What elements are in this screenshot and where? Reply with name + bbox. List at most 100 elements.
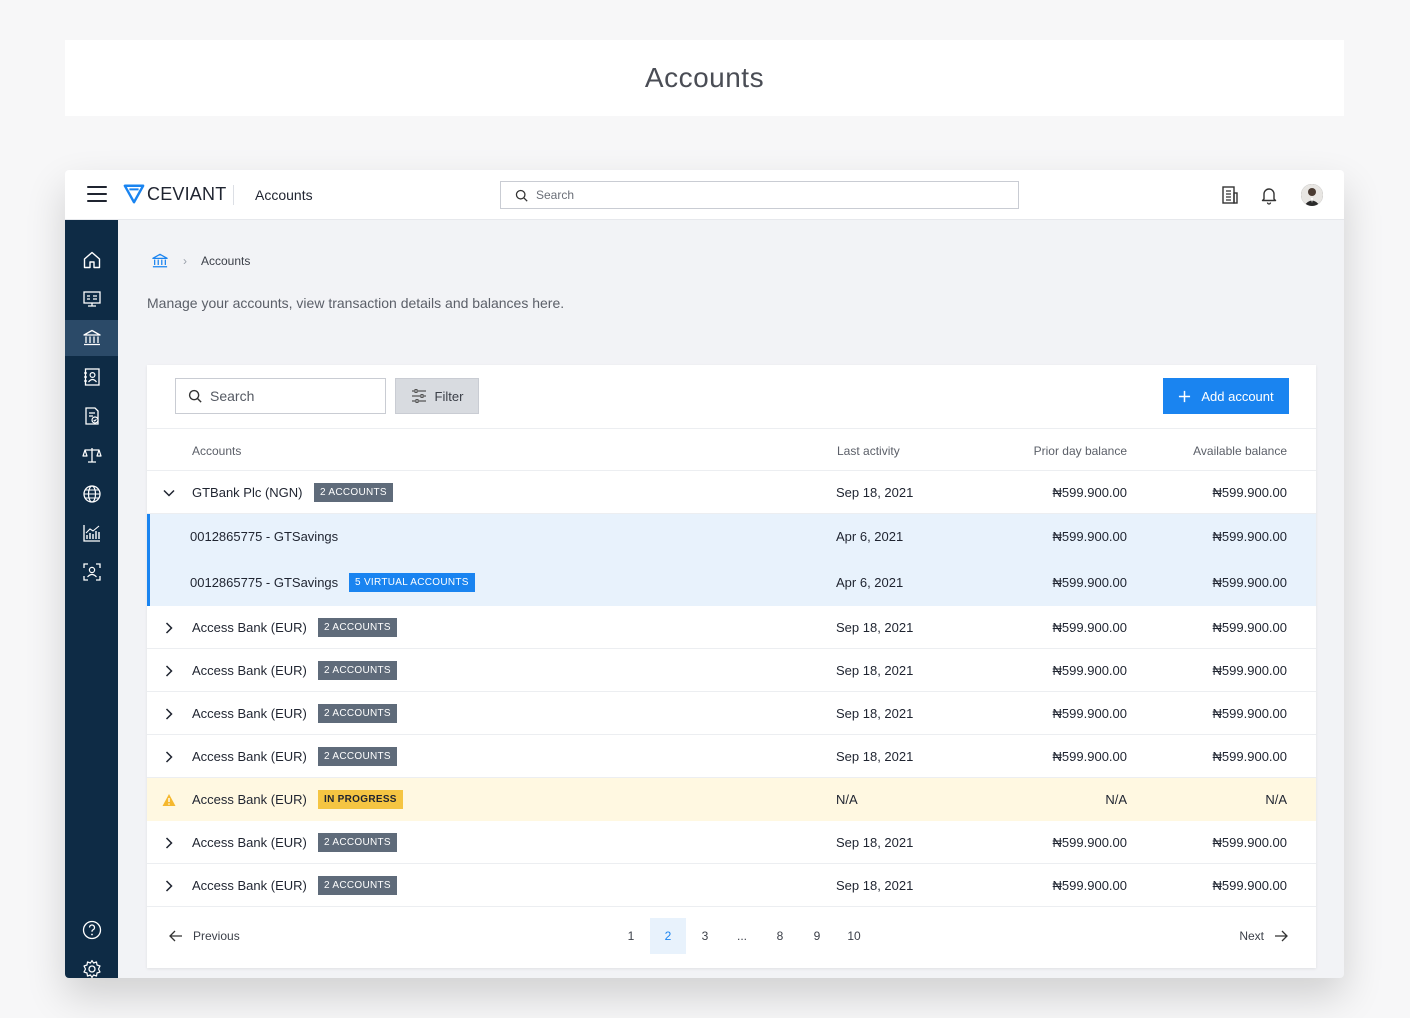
- bank-icon[interactable]: [151, 253, 169, 269]
- account-badge: 2 ACCOUNTS: [318, 618, 397, 637]
- filter-button[interactable]: Filter: [395, 378, 479, 414]
- available-balance: ₦599.900.00: [1212, 835, 1287, 850]
- column-header-last-activity[interactable]: Last activity: [837, 444, 900, 458]
- chevron-right-icon[interactable]: [162, 707, 176, 721]
- account-name[interactable]: Access Bank (EUR): [192, 706, 307, 721]
- page-description: Manage your accounts, view transaction d…: [147, 295, 565, 311]
- sub-account-row[interactable]: 0012865775 - GTSavings 5 VIRTUAL ACCOUNTS…: [147, 560, 1316, 606]
- account-name[interactable]: Access Bank (EUR): [192, 878, 307, 893]
- settings-icon: [82, 959, 101, 978]
- avatar-image: [1301, 184, 1323, 206]
- sub-account-row[interactable]: 0012865775 - GTSavings Apr 6, 2021 ₦599.90…: [147, 514, 1316, 560]
- account-name[interactable]: Access Bank (EUR): [192, 792, 307, 807]
- prior-day-balance: ₦599.900.00: [1052, 878, 1127, 893]
- globe-icon: [82, 485, 101, 503]
- breadcrumb-current: Accounts: [201, 254, 251, 268]
- main-content: › Accounts Manage your accounts, view tr…: [118, 220, 1344, 978]
- notification-bell-icon[interactable]: [1259, 185, 1279, 205]
- analytics-icon: [82, 525, 100, 542]
- column-header-prior-day-balance[interactable]: Prior day balance: [1034, 444, 1127, 458]
- account-row[interactable]: GTBank Plc (NGN) 2 ACCOUNTS Sep 18, 2021 ₦5…: [147, 471, 1316, 514]
- account-name[interactable]: 0012865775 - GTSavings: [190, 529, 338, 544]
- account-badge: 2 ACCOUNTS: [318, 876, 397, 895]
- chevron-right-icon: ›: [183, 254, 187, 268]
- bank-icon: [82, 329, 101, 346]
- page-number[interactable]: 9: [799, 918, 835, 954]
- account-badge: 2 ACCOUNTS: [318, 704, 397, 723]
- top-bar: CEVIANT Accounts: [65, 170, 1344, 220]
- available-balance: ₦599.900.00: [1212, 878, 1287, 893]
- page-number[interactable]: 8: [762, 918, 798, 954]
- page-number[interactable]: 2: [650, 918, 686, 954]
- chevron-right-icon[interactable]: [162, 750, 176, 764]
- document-check-icon: [84, 407, 99, 425]
- next-label: Next: [1239, 929, 1264, 943]
- account-name[interactable]: Access Bank (EUR): [192, 835, 307, 850]
- account-row[interactable]: Access Bank (EUR) 2 ACCOUNTS Sep 18, 2021 ₦…: [147, 606, 1316, 649]
- page-number[interactable]: 3: [687, 918, 723, 954]
- brand-logo[interactable]: CEVIANT: [123, 183, 226, 205]
- arrow-left-icon: [169, 930, 182, 942]
- available-balance: ₦599.900.00: [1212, 749, 1287, 764]
- brand-name: CEVIANT: [147, 183, 227, 204]
- page-number[interactable]: 10: [836, 918, 872, 954]
- page-banner: Accounts: [65, 40, 1344, 116]
- chevron-right-icon[interactable]: [162, 836, 176, 850]
- account-row[interactable]: Access Bank (EUR) 2 ACCOUNTS Sep 18, 2021 ₦…: [147, 821, 1316, 864]
- last-activity: Apr 6, 2021: [836, 575, 904, 590]
- next-page-button[interactable]: Next: [1239, 929, 1288, 943]
- available-balance: ₦599.900.00: [1212, 529, 1287, 544]
- account-row[interactable]: Access Bank (EUR) 2 ACCOUNTS Sep 18, 2021 ₦…: [147, 864, 1316, 907]
- prior-day-balance: ₦599.900.00: [1052, 575, 1127, 590]
- account-row[interactable]: Access Bank (EUR) IN PROGRESS N/A N/A N/A: [147, 778, 1316, 821]
- global-search[interactable]: [500, 181, 1019, 209]
- account-row[interactable]: Access Bank (EUR) 2 ACCOUNTS Sep 18, 2021 ₦…: [147, 735, 1316, 778]
- user-scan-icon: [82, 563, 101, 581]
- available-balance: ₦599.900.00: [1212, 620, 1287, 635]
- sidebar-item-reports[interactable]: [65, 398, 118, 434]
- sidebar-item-accounts[interactable]: [65, 320, 118, 356]
- account-name[interactable]: Access Bank (EUR): [192, 663, 307, 678]
- app-section-title: Accounts: [255, 187, 313, 203]
- available-balance: ₦599.900.00: [1212, 663, 1287, 678]
- sidebar-item-reconciliation[interactable]: [65, 437, 118, 473]
- sidebar-item-analytics[interactable]: [65, 515, 118, 551]
- sidebar-item-help[interactable]: [65, 912, 118, 948]
- account-name[interactable]: Access Bank (EUR): [192, 620, 307, 635]
- account-badge: 2 ACCOUNTS: [318, 747, 397, 766]
- global-search-input[interactable]: [536, 188, 996, 202]
- last-activity: Sep 18, 2021: [836, 663, 914, 678]
- sidebar-item-users[interactable]: [65, 554, 118, 590]
- last-activity: Sep 18, 2021: [836, 878, 914, 893]
- add-account-button[interactable]: Add account: [1163, 378, 1289, 414]
- table-search-input[interactable]: [210, 388, 380, 404]
- chevron-right-icon[interactable]: [162, 664, 176, 678]
- account-name[interactable]: 0012865775 - GTSavings: [190, 575, 338, 590]
- previous-page-button[interactable]: Previous: [169, 929, 240, 943]
- chevron-right-icon[interactable]: [162, 879, 176, 893]
- sidebar-item-dashboard[interactable]: [65, 281, 118, 317]
- sidebar-item-settings[interactable]: [65, 951, 118, 978]
- account-name[interactable]: GTBank Plc (NGN): [192, 485, 303, 500]
- last-activity: Sep 18, 2021: [836, 620, 914, 635]
- prior-day-balance: ₦599.900.00: [1052, 620, 1127, 635]
- last-activity: N/A: [836, 792, 858, 807]
- sidebar-item-global[interactable]: [65, 476, 118, 512]
- account-row[interactable]: Access Bank (EUR) 2 ACCOUNTS Sep 18, 2021 ₦…: [147, 649, 1316, 692]
- scale-icon: [81, 448, 102, 463]
- column-header-accounts[interactable]: Accounts: [192, 444, 241, 458]
- user-avatar[interactable]: [1301, 184, 1323, 206]
- report-icon[interactable]: [1220, 185, 1240, 205]
- menu-icon[interactable]: [87, 186, 107, 204]
- sidebar-item-contacts[interactable]: [65, 359, 118, 395]
- account-name[interactable]: Access Bank (EUR): [192, 749, 307, 764]
- available-balance: N/A: [1265, 792, 1287, 807]
- account-row[interactable]: Access Bank (EUR) 2 ACCOUNTS Sep 18, 2021 ₦…: [147, 692, 1316, 735]
- chevron-right-icon[interactable]: [162, 621, 176, 635]
- table-search[interactable]: [175, 378, 386, 414]
- column-header-available-balance[interactable]: Available balance: [1193, 444, 1287, 458]
- sidebar-item-home[interactable]: [65, 242, 118, 278]
- page-number[interactable]: 1: [613, 918, 649, 954]
- chevron-down-icon[interactable]: [162, 486, 176, 500]
- breadcrumb: › Accounts: [151, 253, 250, 269]
